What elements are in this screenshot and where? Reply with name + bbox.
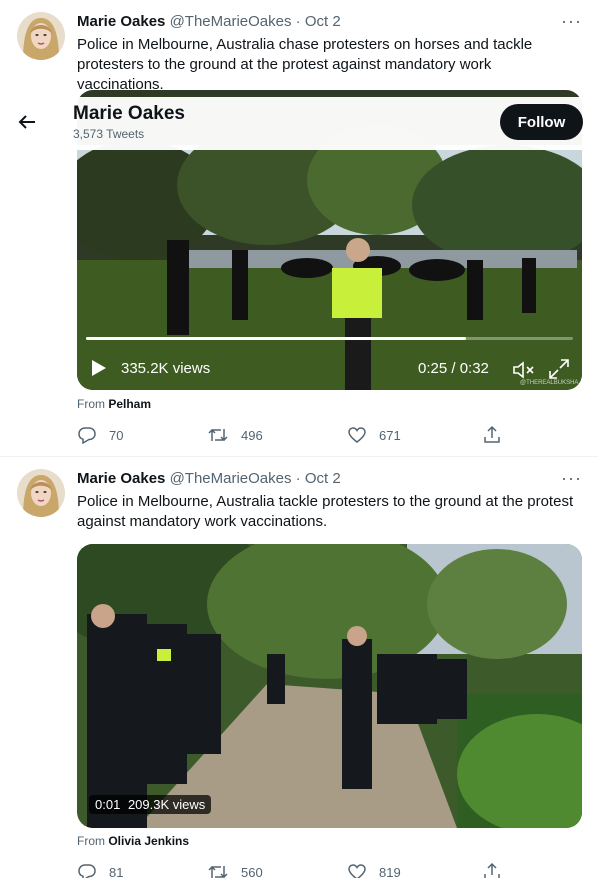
avatar[interactable] (17, 469, 65, 517)
share-icon (484, 862, 500, 878)
tweet-header: Marie Oakes @TheMarieOakes · Oct 2 (77, 469, 341, 489)
media-source: From Pelham (77, 397, 151, 411)
tweet-1[interactable]: Marie Oakes @TheMarieOakes · Oct 2 ··· P… (0, 0, 598, 456)
play-button[interactable] (91, 359, 107, 377)
reply-button[interactable]: 81 (77, 862, 123, 878)
back-arrow-icon (18, 115, 35, 129)
reply-count: 81 (109, 864, 124, 878)
like-button[interactable]: 819 (347, 862, 401, 878)
like-count: 819 (379, 864, 401, 878)
tweet-actions: 70 496 671 (77, 425, 507, 445)
from-label: From (77, 834, 105, 848)
tweet-count: 3,573 Tweets (73, 127, 145, 141)
muted-speaker-icon (513, 361, 534, 379)
video-time: 0:25 / 0:32 (418, 360, 489, 377)
separator-dot: · (295, 13, 301, 30)
back-button[interactable] (17, 112, 37, 137)
share-icon (484, 425, 500, 443)
separator-dot: · (295, 470, 301, 487)
tweet-header: Marie Oakes @TheMarieOakes · Oct 2 (77, 12, 341, 32)
profile-header: Marie Oakes 3,573 Tweets Follow (0, 97, 598, 150)
retweet-button[interactable]: 496 (207, 425, 263, 445)
tweet-text: Police in Melbourne, Australia chase pro… (77, 36, 533, 93)
share-button[interactable] (482, 862, 514, 878)
video-progress-fill (86, 337, 466, 340)
avatar[interactable] (17, 12, 65, 60)
view-count: 209.3K views (127, 797, 206, 812)
tweet-date[interactable]: Oct 2 (305, 13, 341, 30)
tweet-text: Police in Melbourne, Australia tackle pr… (77, 493, 574, 530)
from-label: From (77, 397, 105, 411)
like-count: 671 (379, 427, 401, 443)
reply-count: 70 (109, 427, 124, 443)
profile-name: Marie Oakes (73, 103, 185, 124)
heart-icon (348, 427, 366, 443)
tweet-2[interactable]: Marie Oakes @TheMarieOakes · Oct 2 ··· P… (0, 457, 598, 878)
tweet-date[interactable]: Oct 2 (305, 470, 341, 487)
retweet-count: 496 (241, 427, 263, 443)
from-source-link[interactable]: Olivia Jenkins (108, 834, 189, 848)
author-name[interactable]: Marie Oakes (77, 470, 165, 487)
video-info-badge: 0:01 209.3K views (89, 795, 212, 814)
reply-button[interactable]: 70 (77, 425, 123, 445)
mute-button[interactable] (512, 360, 536, 380)
author-handle[interactable]: @TheMarieOakes (170, 470, 292, 487)
media-source: From Olivia Jenkins (77, 834, 189, 848)
follow-button[interactable]: Follow (500, 104, 583, 140)
video-player[interactable]: 0:01 209.3K views (77, 544, 582, 828)
retweet-button[interactable]: 560 (207, 862, 263, 878)
more-options-icon[interactable]: ··· (561, 468, 582, 488)
fullscreen-icon (549, 359, 569, 379)
like-button[interactable]: 671 (347, 425, 401, 445)
video-progress-track[interactable] (86, 337, 573, 340)
reply-icon (78, 427, 96, 445)
share-button[interactable] (482, 425, 514, 445)
heart-icon (348, 864, 366, 878)
retweet-icon (208, 865, 228, 878)
author-name[interactable]: Marie Oakes (77, 13, 165, 30)
view-count: 335.2K views (121, 360, 211, 377)
retweet-count: 560 (241, 864, 263, 878)
fullscreen-button[interactable] (548, 358, 570, 380)
play-icon (92, 360, 106, 376)
reply-icon (78, 864, 96, 878)
from-source-link[interactable]: Pelham (108, 397, 151, 411)
retweet-icon (208, 428, 228, 442)
video-watermark: @THEREALBUKSHA (520, 380, 579, 386)
video-elapsed: 0:01 (95, 797, 121, 812)
video-frame (77, 544, 582, 828)
tweet-actions: 81 560 819 (77, 862, 507, 878)
author-handle[interactable]: @TheMarieOakes (170, 13, 292, 30)
more-options-icon[interactable]: ··· (561, 11, 582, 31)
